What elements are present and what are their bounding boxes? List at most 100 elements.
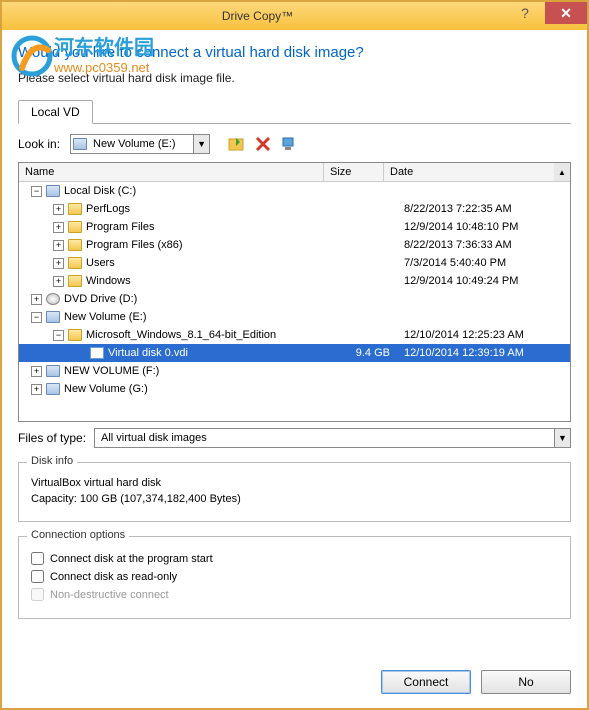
expander-icon[interactable]: + xyxy=(53,222,64,233)
disk-icon xyxy=(46,311,60,323)
tree-item-label: Virtual disk 0.vdi xyxy=(108,347,188,359)
expander-icon[interactable]: − xyxy=(31,312,42,323)
toolbar-icons xyxy=(228,136,298,152)
map-drive-icon[interactable] xyxy=(280,136,298,152)
filetype-value: All virtual disk images xyxy=(101,432,207,444)
tree-item-label: DVD Drive (D:) xyxy=(64,293,137,305)
checkbox-connect-start[interactable] xyxy=(31,552,44,565)
expander-icon[interactable]: + xyxy=(53,240,64,251)
tree-item-date: 8/22/2013 7:36:33 AM xyxy=(400,239,570,251)
folder-icon xyxy=(68,203,82,215)
lookin-value: New Volume (E:) xyxy=(91,138,193,150)
tree-item-label: New Volume (E:) xyxy=(64,311,147,323)
filetype-combo[interactable]: All virtual disk images ▼ xyxy=(94,428,571,448)
page-subtext: Please select virtual hard disk image fi… xyxy=(18,71,571,85)
tree-item-label: Microsoft_Windows_8.1_64-bit_Edition xyxy=(86,329,276,341)
expander-icon[interactable]: − xyxy=(31,186,42,197)
tree-item-date: 8/22/2013 7:22:35 AM xyxy=(400,203,570,215)
checkbox-nondestructive xyxy=(31,588,44,601)
tab-row: Local VD xyxy=(18,99,571,124)
disk-icon xyxy=(46,383,60,395)
opt1-label: Connect disk at the program start xyxy=(50,553,213,565)
disk-info-line1: VirtualBox virtual hard disk xyxy=(31,477,558,489)
disk-info-line2: Capacity: 100 GB (107,374,182,400 Bytes) xyxy=(31,493,558,505)
tree-item-label: Windows xyxy=(86,275,131,287)
disk-icon xyxy=(46,185,60,197)
titlebar: Drive Copy™ ? ✕ xyxy=(2,2,587,30)
dialog-window: Drive Copy™ ? ✕ 河东软件园 www.pc0359.net Wou… xyxy=(0,0,589,710)
tree-item-label: Program Files (x86) xyxy=(86,239,183,251)
tree-item-label: Users xyxy=(86,257,115,269)
titlebar-buttons: ? ✕ xyxy=(505,2,587,30)
checkbox-readonly[interactable] xyxy=(31,570,44,583)
expander-icon[interactable]: + xyxy=(53,276,64,287)
expander-icon[interactable]: + xyxy=(53,204,64,215)
list-header: Name Size Date ▲ xyxy=(19,163,570,182)
refresh-icon[interactable] xyxy=(228,136,246,152)
tree-row[interactable]: + New Volume (G:) xyxy=(19,380,570,398)
close-button[interactable]: ✕ xyxy=(545,2,587,24)
disk-icon xyxy=(73,138,87,150)
expander-icon[interactable]: + xyxy=(53,258,64,269)
disk-info-title: Disk info xyxy=(27,455,77,467)
opt2-label: Connect disk as read-only xyxy=(50,571,177,583)
tree-row[interactable]: − Local Disk (C:) xyxy=(19,182,570,200)
lookin-label: Look in: xyxy=(18,137,60,151)
tree-row[interactable]: − New Volume (E:) xyxy=(19,308,570,326)
list-body[interactable]: −Local Disk (C:)+PerfLogs8/22/2013 7:22:… xyxy=(19,182,570,421)
tree-row[interactable]: + Program Files 12/9/2014 10:48:10 PM xyxy=(19,218,570,236)
col-name[interactable]: Name xyxy=(19,163,324,181)
tree-row[interactable]: Virtual disk 0.vdi 9.4 GB12/10/2014 12:39… xyxy=(19,344,570,362)
chevron-down-icon[interactable]: ▼ xyxy=(193,135,209,153)
col-date[interactable]: Date xyxy=(384,163,554,181)
tree-row[interactable]: − Microsoft_Windows_8.1_64-bit_Edition 12/… xyxy=(19,326,570,344)
tree-item-label: Local Disk (C:) xyxy=(64,185,136,197)
chevron-down-icon[interactable]: ▼ xyxy=(554,429,570,447)
expander-icon[interactable]: + xyxy=(31,294,42,305)
folder-icon xyxy=(68,257,82,269)
tab-local-vd[interactable]: Local VD xyxy=(18,100,93,124)
connect-button[interactable]: Connect xyxy=(381,670,471,694)
no-button[interactable]: No xyxy=(481,670,571,694)
opt-nondestructive: Non-destructive connect xyxy=(31,588,558,601)
disk-icon xyxy=(46,365,60,377)
tree-row[interactable]: + PerfLogs 8/22/2013 7:22:35 AM xyxy=(19,200,570,218)
opt-readonly[interactable]: Connect disk as read-only xyxy=(31,570,558,583)
opt3-label: Non-destructive connect xyxy=(50,589,169,601)
tree-row[interactable]: + DVD Drive (D:) xyxy=(19,290,570,308)
file-browser: Name Size Date ▲ −Local Disk (C:)+PerfLo… xyxy=(18,162,571,422)
help-button[interactable]: ? xyxy=(505,2,545,24)
tree-item-label: New Volume (G:) xyxy=(64,383,148,395)
folder-icon xyxy=(68,221,82,233)
content-area: Would you like to connect a virtual hard… xyxy=(2,30,587,619)
lookin-combo[interactable]: New Volume (E:) ▼ xyxy=(70,134,210,154)
expander-icon[interactable]: + xyxy=(31,366,42,377)
connection-options-group: Connection options Connect disk at the p… xyxy=(18,536,571,619)
delete-icon[interactable] xyxy=(254,136,272,152)
tree-item-date: 12/10/2014 12:39:19 AM xyxy=(400,347,570,359)
page-heading: Would you like to connect a virtual hard… xyxy=(18,44,571,61)
tree-item-date: 12/9/2014 10:48:10 PM xyxy=(400,221,570,233)
tree-row[interactable]: +NEW VOLUME (F:) xyxy=(19,362,570,380)
lookin-row: Look in: New Volume (E:) ▼ xyxy=(18,134,571,154)
scroll-up-icon[interactable]: ▲ xyxy=(554,163,570,181)
folder-icon xyxy=(68,239,82,251)
folder-icon xyxy=(68,329,82,341)
opt-connect-start[interactable]: Connect disk at the program start xyxy=(31,552,558,565)
folder-icon xyxy=(68,275,82,287)
disk-info-group: Disk info VirtualBox virtual hard disk C… xyxy=(18,462,571,522)
expander-icon[interactable]: − xyxy=(53,330,64,341)
tree-row[interactable]: + Program Files (x86) 8/22/2013 7:36:33 AM xyxy=(19,236,570,254)
connection-options-title: Connection options xyxy=(27,529,129,541)
tree-row[interactable]: + Windows 12/9/2014 10:49:24 PM xyxy=(19,272,570,290)
expander-icon[interactable]: + xyxy=(31,384,42,395)
col-size[interactable]: Size xyxy=(324,163,384,181)
tree-item-size: 9.4 GB xyxy=(340,347,400,359)
tree-item-label: PerfLogs xyxy=(86,203,130,215)
button-row: Connect No xyxy=(381,670,571,694)
tree-item-label: Program Files xyxy=(86,221,154,233)
tree-item-date: 12/9/2014 10:49:24 PM xyxy=(400,275,570,287)
window-title: Drive Copy™ xyxy=(10,9,505,23)
tree-item-date: 12/10/2014 12:25:23 AM xyxy=(400,329,570,341)
tree-row[interactable]: +Users7/3/2014 5:40:40 PM xyxy=(19,254,570,272)
